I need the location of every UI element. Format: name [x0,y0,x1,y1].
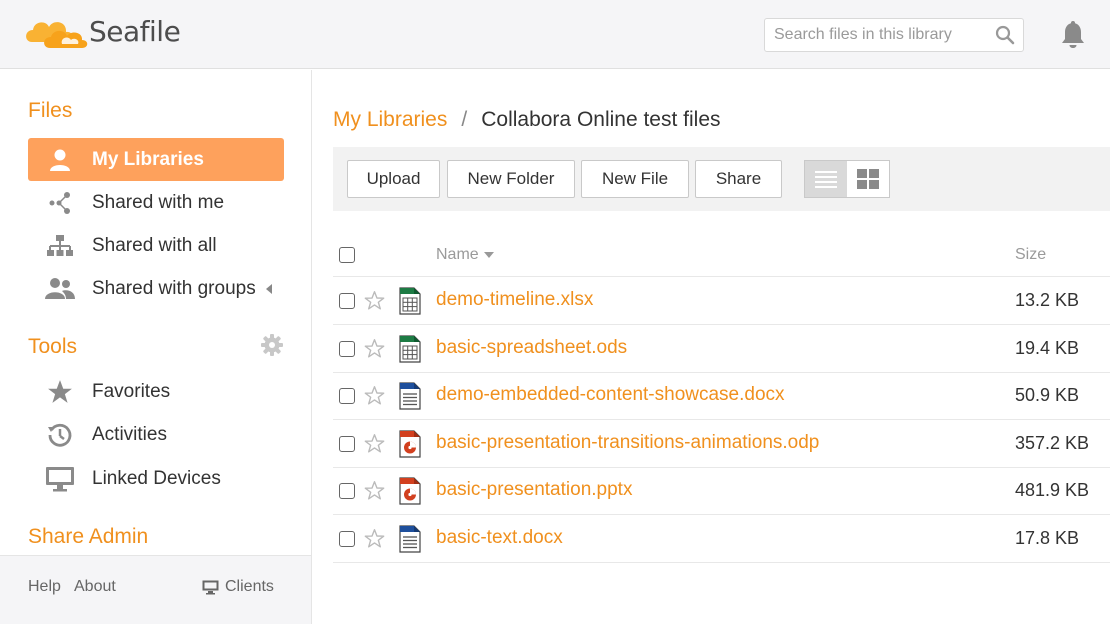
spreadsheet-file-icon [399,287,421,320]
help-link[interactable]: Help [28,578,61,596]
share-icon [28,191,92,215]
breadcrumb: My Libraries / Collabora Online test fil… [333,108,721,132]
sidebar-item-shared-with-me[interactable]: Shared with me [28,181,284,224]
desktop-icon [202,580,219,594]
file-size: 357.2 KB [1015,432,1090,453]
table-header: Name Size [333,233,1110,277]
share-button[interactable]: Share [695,160,782,198]
breadcrumb-current: Collabora Online test files [481,108,721,131]
file-size: 50.9 KB [1015,385,1080,406]
file-name-link[interactable]: basic-spreadsheet.ods [436,337,627,359]
row-checkbox[interactable] [339,340,355,357]
about-link[interactable]: About [74,578,116,596]
sidebar-item-linked-devices[interactable]: Linked Devices [28,457,284,500]
star-icon[interactable] [364,338,385,364]
row-checkbox[interactable] [339,293,355,309]
star-icon[interactable] [364,385,385,411]
share-admin-heading[interactable]: Share Admin [28,525,148,549]
table-row[interactable]: basic-text.docx 17.8 KB [333,515,1110,563]
sidebar: Files My Libraries Shared with me Shared… [0,70,312,624]
row-checkbox[interactable] [339,388,355,405]
table-row[interactable]: basic-spreadsheet.ods 19.4 KB [333,325,1110,373]
grid-icon [857,169,879,189]
table-row[interactable]: basic-presentation-transitions-animation… [333,420,1110,468]
sidebar-item-label: My Libraries [92,148,204,170]
row-checkbox[interactable] [339,435,355,452]
user-icon [28,149,92,171]
group-icon [28,277,92,301]
size-column-header[interactable]: Size [1015,246,1046,264]
toolbar: Upload New Folder New File Share [333,147,1110,211]
file-name-link[interactable]: demo-timeline.xlsx [436,289,593,311]
cloud-logo-icon [26,22,88,48]
document-file-icon [399,525,421,558]
file-size: 19.4 KB [1015,337,1080,358]
presentation-file-icon [399,477,421,510]
monitor-icon [28,466,92,492]
spreadsheet-file-icon [399,334,421,368]
sidebar-item-activities[interactable]: Activities [28,413,284,456]
logo-text: Seafile [89,14,181,48]
sidebar-item-label: Favorites [92,380,171,402]
sort-down-icon [483,252,494,258]
search-input[interactable] [765,19,985,51]
sidebar-item-label: Shared with groups [92,277,256,299]
bell-icon[interactable] [1060,20,1086,50]
file-name-link[interactable]: basic-text.docx [436,527,563,549]
select-all-checkbox[interactable] [339,247,355,263]
list-view-button[interactable] [805,161,847,197]
presentation-file-icon [399,430,421,463]
caret-left-icon[interactable] [265,283,272,294]
file-name-link[interactable]: basic-presentation-transitions-animation… [436,432,819,454]
clients-link[interactable]: Clients [202,578,274,596]
file-name-link[interactable]: basic-presentation.pptx [436,479,632,501]
file-size: 17.8 KB [1015,528,1080,548]
sidebar-item-label: Linked Devices [92,467,221,489]
file-size: 13.2 KB [1015,290,1080,310]
sidebar-footer: Help About Clients [0,555,311,624]
table-row[interactable]: basic-presentation.pptx 481.9 KB [333,467,1110,516]
search-box[interactable] [764,18,1024,52]
name-column-label: Name [436,246,479,263]
star-icon[interactable] [364,480,385,506]
sidebar-item-my-libraries[interactable]: My Libraries [28,138,284,181]
top-header: Seafile [0,0,1110,69]
new-folder-button[interactable]: New Folder [447,160,575,198]
sidebar-item-shared-with-all[interactable]: Shared with all [28,224,284,267]
star-icon[interactable] [364,290,385,316]
org-chart-icon [28,234,92,258]
file-size: 481.9 KB [1015,480,1090,501]
grid-view-button[interactable] [847,161,889,197]
seafile-logo[interactable]: Seafile [22,8,181,54]
search-icon[interactable] [995,25,1015,45]
row-checkbox[interactable] [339,483,355,500]
clients-label: Clients [225,578,274,595]
history-icon [28,422,92,448]
document-file-icon [399,382,421,415]
new-file-button[interactable]: New File [581,160,689,198]
breadcrumb-separator: / [461,108,468,131]
table-row[interactable]: demo-timeline.xlsx 13.2 KB [333,277,1110,325]
star-icon[interactable] [364,433,385,459]
row-checkbox[interactable] [339,531,355,547]
sidebar-item-shared-with-groups[interactable]: Shared with groups [28,267,284,310]
tools-heading: Tools [28,335,78,358]
list-icon [815,171,837,188]
table-row[interactable]: demo-embedded-content-showcase.docx 50.9 … [333,372,1110,421]
name-column-header[interactable]: Name [436,246,494,264]
files-heading: Files [28,99,73,122]
star-icon [28,379,92,405]
sidebar-item-favorites[interactable]: Favorites [28,370,284,413]
star-icon[interactable] [364,528,385,554]
sidebar-item-label: Activities [92,423,167,445]
sidebar-item-label: Shared with all [92,234,217,256]
file-name-link[interactable]: demo-embedded-content-showcase.docx [436,384,785,406]
upload-button[interactable]: Upload [347,160,440,198]
view-mode-toggle [804,160,890,198]
sidebar-item-label: Shared with me [92,191,225,213]
breadcrumb-my-libraries[interactable]: My Libraries [333,108,447,132]
gear-icon[interactable] [261,334,283,356]
